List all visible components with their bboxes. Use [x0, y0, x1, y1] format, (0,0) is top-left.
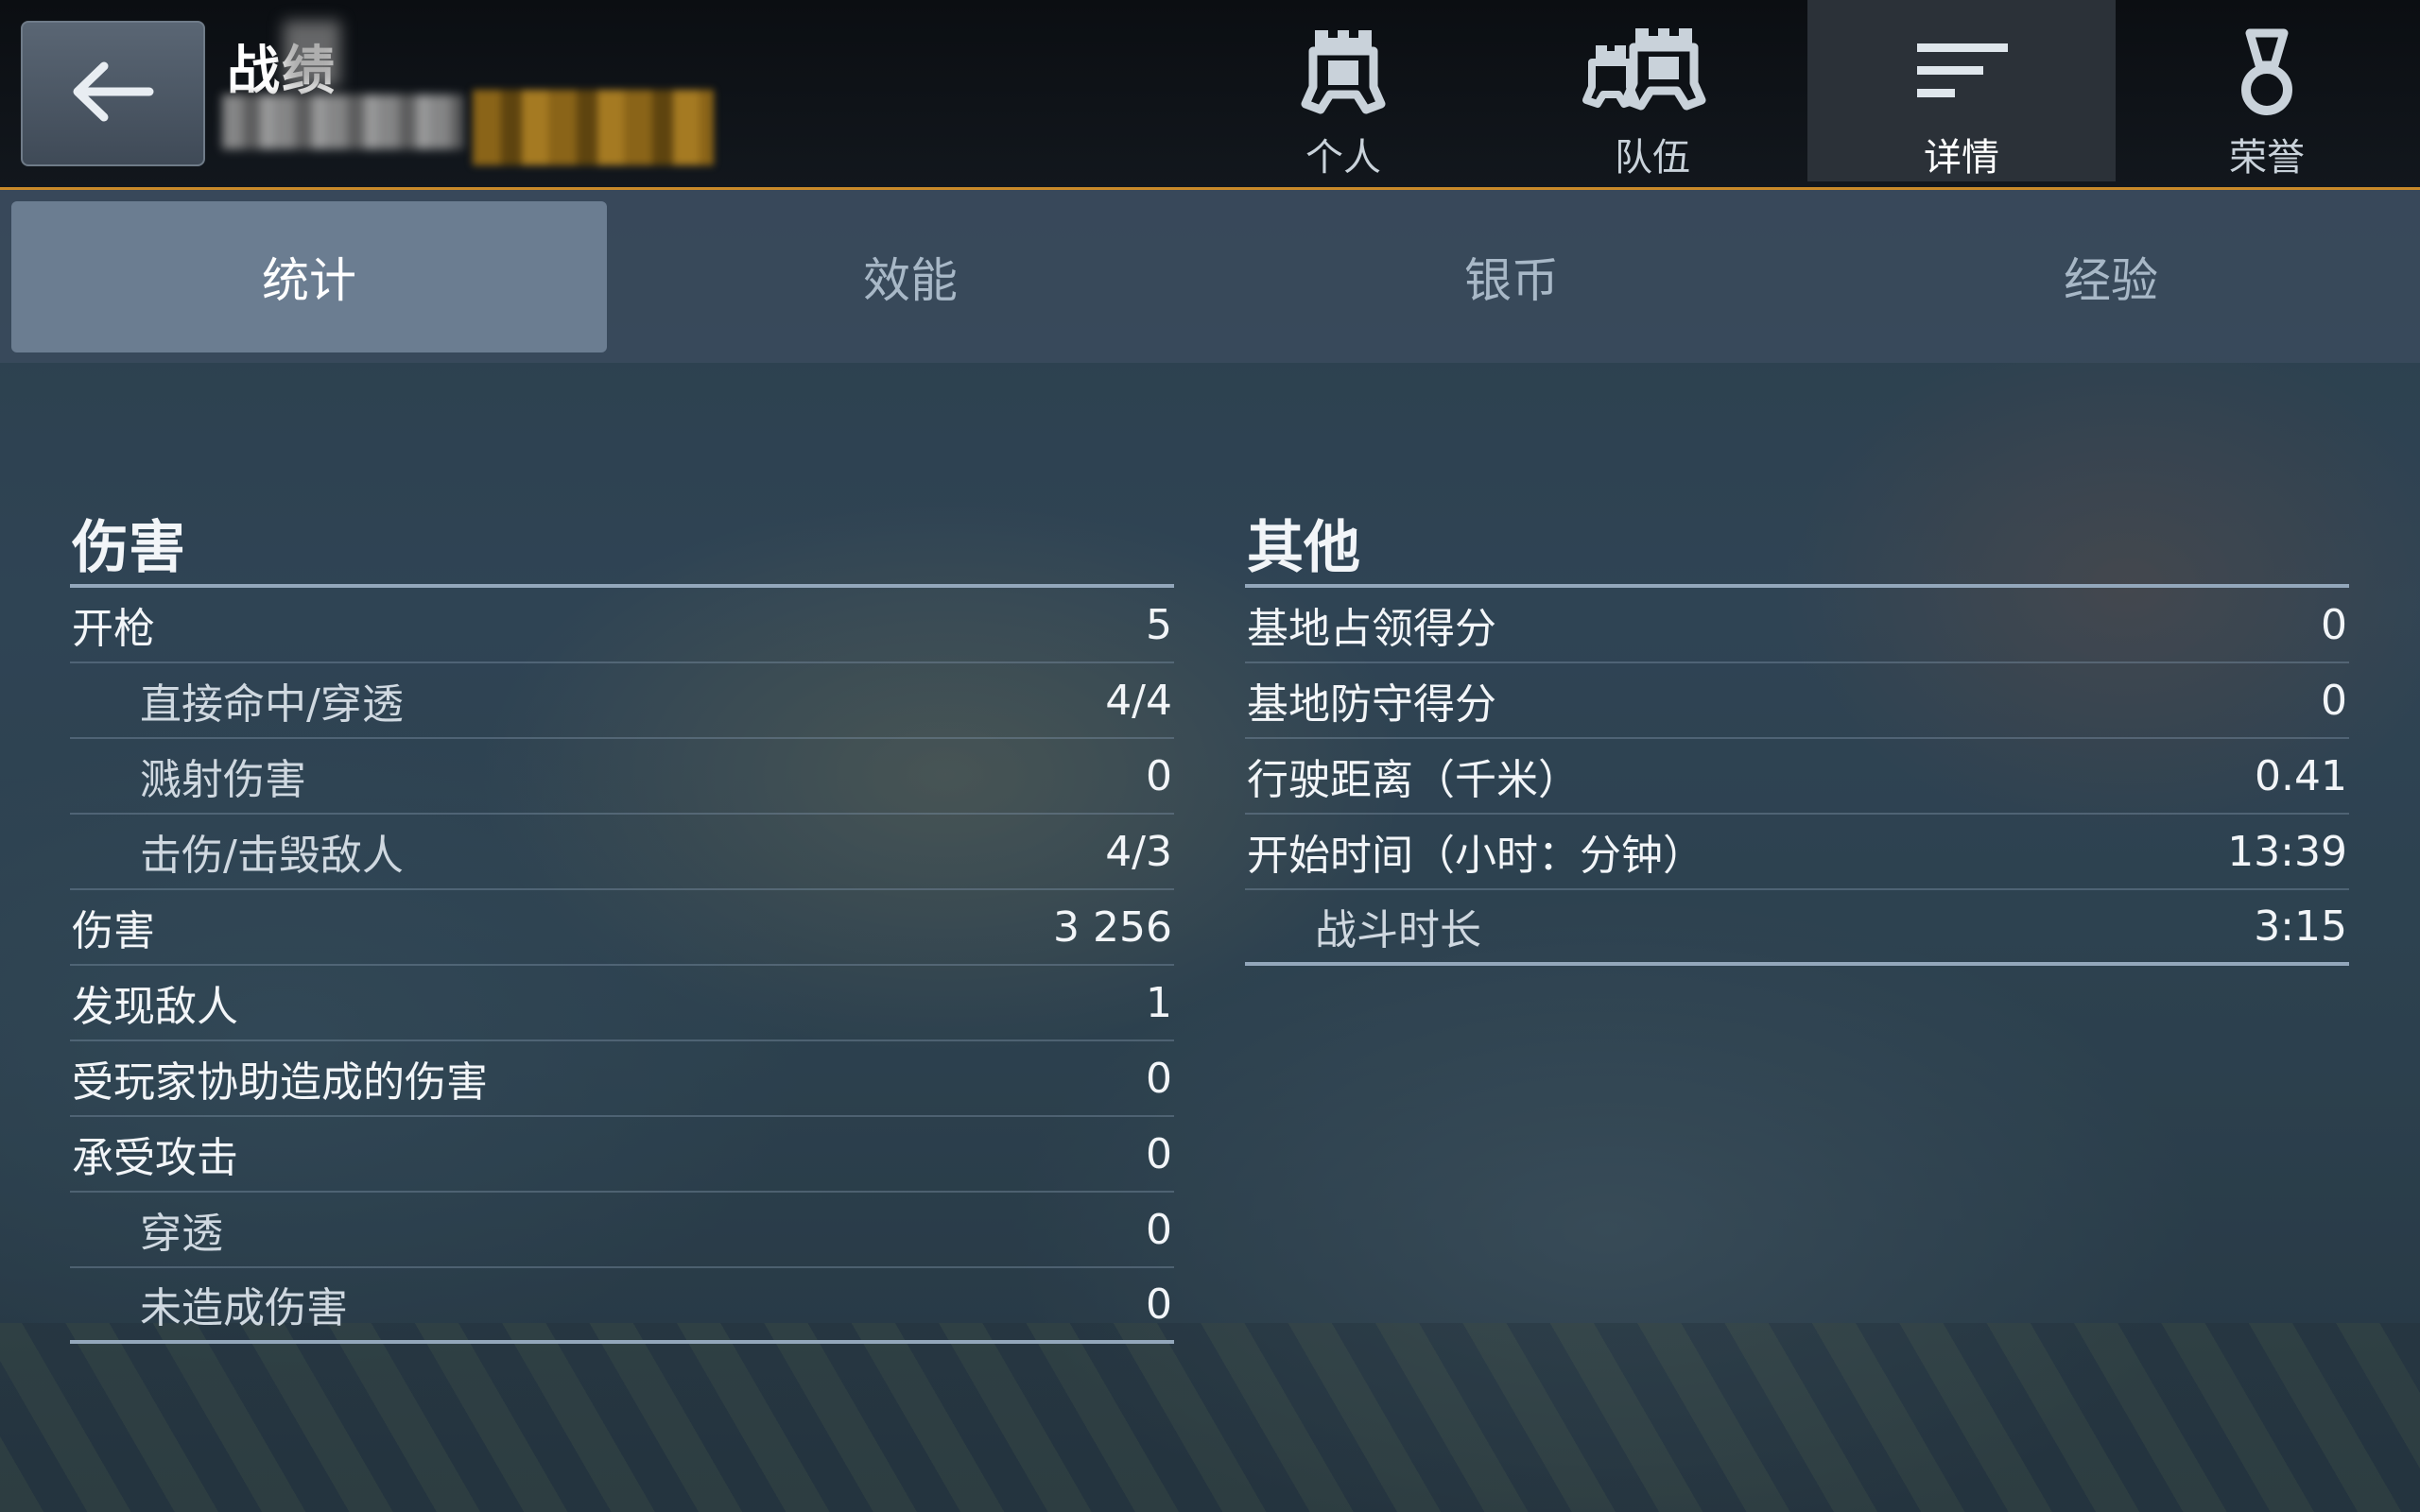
- tab-personal[interactable]: 个人: [1189, 0, 1497, 181]
- stat-value: 0: [1146, 1205, 1172, 1254]
- stat-label: 伤害: [72, 907, 155, 955]
- single-player-helmet-icon: [1268, 21, 1419, 125]
- stat-label: 未造成伤害: [140, 1284, 348, 1332]
- tab-personal-label: 个人: [1305, 136, 1381, 180]
- stat-value: 3 256: [1053, 902, 1172, 952]
- stat-value: 1: [1146, 978, 1172, 1027]
- stat-row: 未造成伤害 0: [70, 1268, 1174, 1344]
- stat-value: 0: [1146, 1129, 1172, 1178]
- stat-label: 受玩家协助造成的伤害: [72, 1058, 488, 1107]
- stat-label: 基地占领得分: [1247, 605, 1496, 653]
- stat-value: 0.41: [2255, 751, 2347, 800]
- tab-honors[interactable]: 荣誉: [2113, 0, 2420, 181]
- stat-row: 承受攻击 0: [70, 1117, 1174, 1193]
- stat-value: 4/4: [1105, 676, 1172, 725]
- stat-label: 行驶距离（千米）: [1247, 756, 1580, 804]
- top-header: 战绩 个人 队伍 详情 荣誉: [0, 0, 2420, 190]
- stat-row: 行驶距离（千米） 0.41: [1245, 739, 2349, 815]
- damage-section: 伤害 开枪 5 直接命中/穿透 4/4 溅射伤害 0 击伤/击毁敌人 4/3 伤…: [70, 510, 1174, 1344]
- stat-value: 3:15: [2254, 902, 2347, 951]
- stat-row: 伤害 3 256: [70, 890, 1174, 966]
- battle-results-screen: 战绩 个人 队伍 详情 荣誉 统计 效能 银币 经验 伤害 开枪 5 直接命中/…: [0, 0, 2420, 1512]
- title-redaction: [284, 21, 340, 87]
- stat-label: 穿透: [140, 1210, 223, 1258]
- stat-label: 发现敌人: [72, 983, 238, 1031]
- tab-team-label: 队伍: [1615, 136, 1690, 180]
- stat-row: 基地防守得分 0: [1245, 663, 2349, 739]
- team-helmets-icon: [1577, 21, 1728, 125]
- stat-label: 击伤/击毁敌人: [140, 832, 404, 880]
- stat-label: 开始时间（小时：分钟）: [1247, 832, 1704, 880]
- tab-details-label: 详情: [1924, 136, 1999, 180]
- medal-icon: [2191, 21, 2342, 125]
- stat-value: 5: [1146, 600, 1172, 649]
- stat-label: 溅射伤害: [140, 756, 306, 804]
- stat-value: 0: [1146, 1054, 1172, 1103]
- stat-row: 开枪 5: [70, 588, 1174, 663]
- other-section-title: 其他: [1245, 510, 2349, 588]
- stat-value: 4/3: [1105, 827, 1172, 876]
- details-lines-icon: [1886, 21, 2037, 125]
- stat-row: 穿透 0: [70, 1193, 1174, 1268]
- subtab-experience[interactable]: 经验: [1813, 201, 2409, 352]
- stat-value: 0: [1146, 751, 1172, 800]
- subtab-credits[interactable]: 银币: [1214, 201, 1809, 352]
- stat-label: 战斗时长: [1315, 906, 1481, 954]
- stat-row: 击伤/击毁敌人 4/3: [70, 815, 1174, 890]
- subtab-bar: 统计 效能 银币 经验: [0, 190, 2420, 363]
- arrow-left-icon: [66, 59, 161, 129]
- stat-row: 基地占领得分 0: [1245, 588, 2349, 663]
- tab-team[interactable]: 队伍: [1498, 0, 1806, 181]
- stat-row: 战斗时长 3:15: [1245, 890, 2349, 966]
- clan-tag-redacted: [473, 90, 714, 165]
- tab-honors-label: 荣誉: [2229, 136, 2305, 180]
- stat-value: 13:39: [2227, 827, 2347, 876]
- stat-row: 开始时间（小时：分钟） 13:39: [1245, 815, 2349, 890]
- stat-value: 0: [1146, 1280, 1172, 1329]
- stat-row: 直接命中/穿透 4/4: [70, 663, 1174, 739]
- subtab-statistics[interactable]: 统计: [11, 201, 607, 352]
- stat-label: 承受攻击: [72, 1134, 238, 1182]
- stat-label: 直接命中/穿透: [140, 680, 404, 729]
- stat-row: 溅射伤害 0: [70, 739, 1174, 815]
- subtab-efficiency[interactable]: 效能: [613, 201, 1208, 352]
- stat-value: 0: [2321, 676, 2347, 725]
- stat-label: 开枪: [72, 605, 155, 653]
- stat-row: 受玩家协助造成的伤害 0: [70, 1041, 1174, 1117]
- stat-label: 基地防守得分: [1247, 680, 1496, 729]
- other-section: 其他 基地占领得分 0 基地防守得分 0 行驶距离（千米） 0.41 开始时间（…: [1245, 510, 2349, 966]
- damage-section-title: 伤害: [70, 510, 1174, 588]
- player-name-redacted: [222, 94, 463, 149]
- stat-value: 0: [2321, 600, 2347, 649]
- stat-row: 发现敌人 1: [70, 966, 1174, 1041]
- tab-details[interactable]: 详情: [1807, 0, 2116, 181]
- back-button[interactable]: [21, 21, 205, 166]
